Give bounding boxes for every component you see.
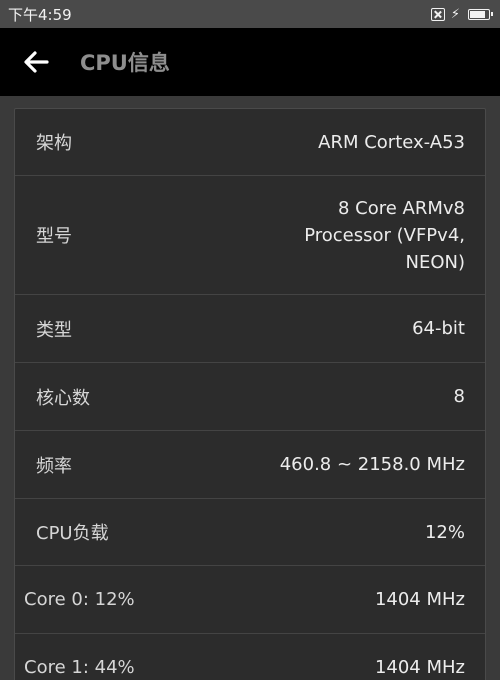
status-bar: 下午4:59 ⚡ [0,0,500,28]
row-label: 架构 [36,133,72,154]
app-bar: CPU信息 [0,28,500,96]
status-time: 下午4:59 [8,5,72,24]
info-row-type: 类型 64-bit [15,295,485,363]
row-value: 460.8 ~ 2158.0 MHz [279,454,465,475]
row-value-line: 8 Core ARMv8 [337,197,465,219]
row-value: 8 [453,386,465,407]
info-row-core-1: Core 1: 44% 1404 MHz [15,634,485,680]
status-icons: ⚡ [430,6,493,22]
info-row-cpu-load: CPU负载 12% [15,499,485,566]
row-value: ARM Cortex-A53 [318,131,465,153]
sim-card-icon [430,7,445,21]
page-title: CPU信息 [80,51,170,75]
info-row-cores: 核心数 8 [15,363,485,431]
row-label: 型号 [36,226,72,247]
row-label: 类型 [36,319,72,341]
info-row-architecture: 架构 ARM Cortex-A53 [15,109,485,176]
row-value: 8 Core ARMv8 Processor (VFPv4, NEON) [304,195,465,276]
arrow-left-icon [24,51,49,73]
row-value-line: NEON) [405,251,466,273]
row-value: 12% [424,521,465,543]
charging-icon: ⚡ [450,6,460,22]
row-label: Core 0: 12% [24,589,135,610]
info-row-frequency: 频率 460.8 ~ 2158.0 MHz [15,431,485,499]
row-label: Core 1: 44% [24,657,135,678]
row-value: 1404 MHz [374,657,465,678]
row-label: 核心数 [36,387,90,409]
row-label: CPU负载 [36,523,109,544]
row-value: 64-bit [412,318,465,339]
row-label: 频率 [36,455,72,477]
info-row-model: 型号 8 Core ARMv8 Processor (VFPv4, NEON) [15,176,485,295]
row-value-line: Processor (VFPv4, [304,224,465,246]
row-value: 1404 MHz [374,589,465,610]
cpu-info-card: 架构 ARM Cortex-A53 型号 8 Core ARMv8 Proces… [14,108,486,680]
back-button[interactable] [6,28,66,96]
battery-icon [468,8,493,20]
info-row-core-0: Core 0: 12% 1404 MHz [15,566,485,634]
